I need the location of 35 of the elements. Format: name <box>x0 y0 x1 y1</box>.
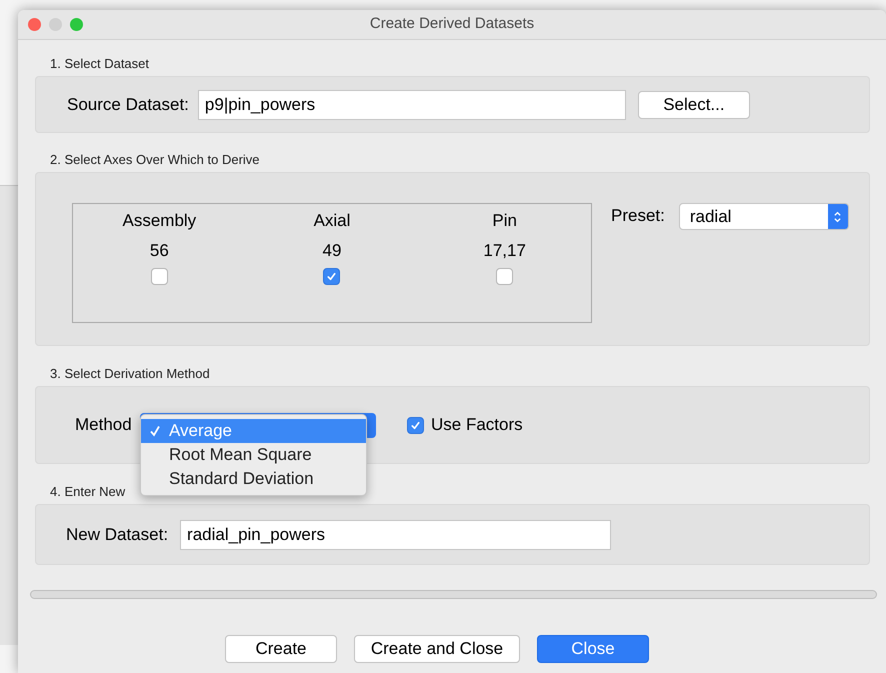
field-label: Source Dataset: <box>67 94 189 116</box>
close-button[interactable] <box>28 18 41 31</box>
window-title: Create Derived Datasets <box>370 14 534 34</box>
section-heading: 4. Enter New <box>50 483 126 501</box>
axis-size: 56 <box>150 240 169 262</box>
check-icon <box>410 420 421 430</box>
field-label: Preset: <box>611 205 665 227</box>
field-label: New Dataset: <box>66 524 168 546</box>
section-heading: 2. Select Axes Over Which to Derive <box>50 151 261 169</box>
new-dataset-field[interactable]: radial_pin_powers <box>180 520 612 550</box>
section-heading: 3. Select Derivation Method <box>50 365 211 383</box>
dialog-button[interactable]: Create <box>225 635 337 663</box>
check-icon <box>149 425 161 437</box>
axis-name: Pin <box>492 210 517 232</box>
stepper-icon <box>828 204 848 229</box>
axis-name: Assembly <box>122 210 196 232</box>
axis-size: 17,17 <box>483 240 526 262</box>
checkbox[interactable] <box>496 268 514 285</box>
select-button[interactable]: Select... <box>638 90 750 118</box>
preset-dropdown[interactable]: radial <box>678 203 849 230</box>
checkbox[interactable] <box>150 268 168 285</box>
dialog-button[interactable]: Close <box>537 635 649 663</box>
check-icon <box>326 271 338 282</box>
checkbox[interactable] <box>323 268 340 285</box>
menu-item[interactable]: Standard Deviation <box>141 467 366 491</box>
source-dataset-field[interactable]: p9|pin_powers <box>198 90 626 120</box>
menu-item[interactable]: Root Mean Square <box>141 443 366 467</box>
section-heading: 1. Select Dataset <box>50 55 150 73</box>
checkbox[interactable] <box>407 416 424 434</box>
dialog-button[interactable]: Create and Close <box>354 635 520 663</box>
axis-name: Axial <box>314 210 350 232</box>
zoom-button[interactable] <box>70 18 83 31</box>
field-label: Method <box>75 414 133 436</box>
checkbox-label: Use Factors <box>431 414 523 436</box>
axis-size: 49 <box>322 240 342 262</box>
